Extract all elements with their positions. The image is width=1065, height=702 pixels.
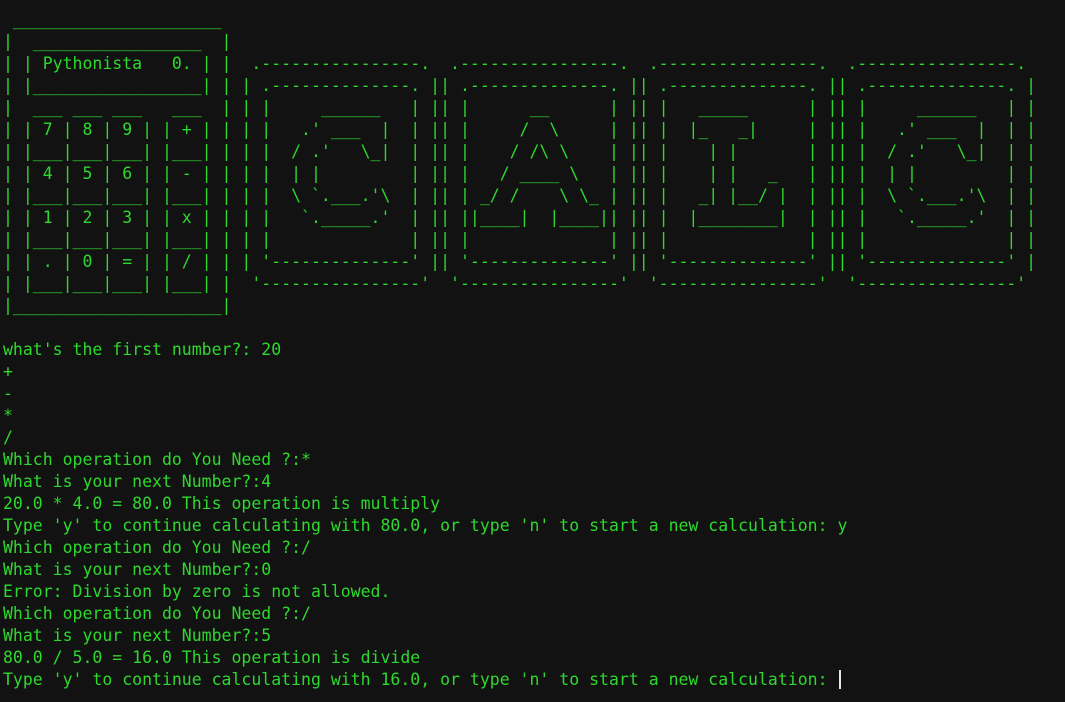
banner-line: | | . | 0 | = | | / | | | '-------------…	[3, 252, 1037, 271]
blank-output-line	[3, 317, 1063, 339]
banner-line: | | Pythonista 0. | | .----------------.…	[3, 54, 1027, 73]
banner-line: | | 7 | 8 | 9 | | + | | | | .' ___ | | |…	[3, 120, 1037, 139]
banner-line: | ___ ___ ___ ___ | | | ______ | || | __…	[3, 98, 1037, 117]
operation-option-divide: /	[3, 428, 13, 447]
banner-line: | | 1 | 2 | 3 | | x | | | | `._____.' | …	[3, 208, 1037, 227]
banner-line: |_____________________|	[3, 296, 232, 315]
banner-line: | _________________ |	[3, 32, 232, 51]
next-number-prompt: What is your next Number?:4	[3, 472, 272, 491]
calc-ascii-banner: _____________________ | ________________…	[3, 9, 1063, 317]
banner-line: | |___|___|___| |___| | | | / .' \_| | |…	[3, 142, 1037, 161]
calculation-result: 80.0 / 5.0 = 16.0 This operation is divi…	[3, 648, 421, 667]
banner-line: | |_________________| | | .-------------…	[3, 76, 1037, 95]
banner-line: | |___|___|___| |___| | '---------------…	[3, 274, 1027, 293]
continue-prompt: Type 'y' to continue calculating with 16…	[3, 670, 838, 689]
active-input-line[interactable]: Type 'y' to continue calculating with 16…	[3, 669, 1063, 691]
operation-option-multiply: *	[3, 406, 13, 425]
continue-prompt: Type 'y' to continue calculating with 80…	[3, 516, 848, 535]
error-message: Error: Division by zero is not allowed.	[3, 582, 391, 601]
operation-prompt: Which operation do You Need ?:*	[3, 450, 311, 469]
next-number-prompt: What is your next Number?:0	[3, 560, 272, 579]
terminal-window[interactable]: _____________________ | ________________…	[3, 9, 1063, 699]
terminal-output: what's the first number?: 20 + - * / Whi…	[3, 317, 1063, 691]
banner-line: | | 4 | 5 | 6 | | - | | | | | | | || | /…	[3, 164, 1037, 183]
operation-prompt: Which operation do You Need ?:/	[3, 604, 311, 623]
banner-line: | |___|___|___| |___| | | | \ `.___.'\ |…	[3, 186, 1037, 205]
banner-line: | |___|___|___| |___| | | | | || | | || …	[3, 230, 1037, 249]
first-number-prompt: what's the first number?: 20	[3, 340, 282, 359]
calculation-result: 20.0 * 4.0 = 80.0 This operation is mult…	[3, 494, 441, 513]
next-number-prompt: What is your next Number?:5	[3, 626, 272, 645]
operation-option-subtract: -	[3, 384, 13, 403]
text-cursor	[839, 670, 842, 689]
operation-prompt: Which operation do You Need ?:/	[3, 538, 311, 557]
banner-line: _____________________	[3, 10, 222, 29]
operation-option-add: +	[3, 362, 13, 381]
